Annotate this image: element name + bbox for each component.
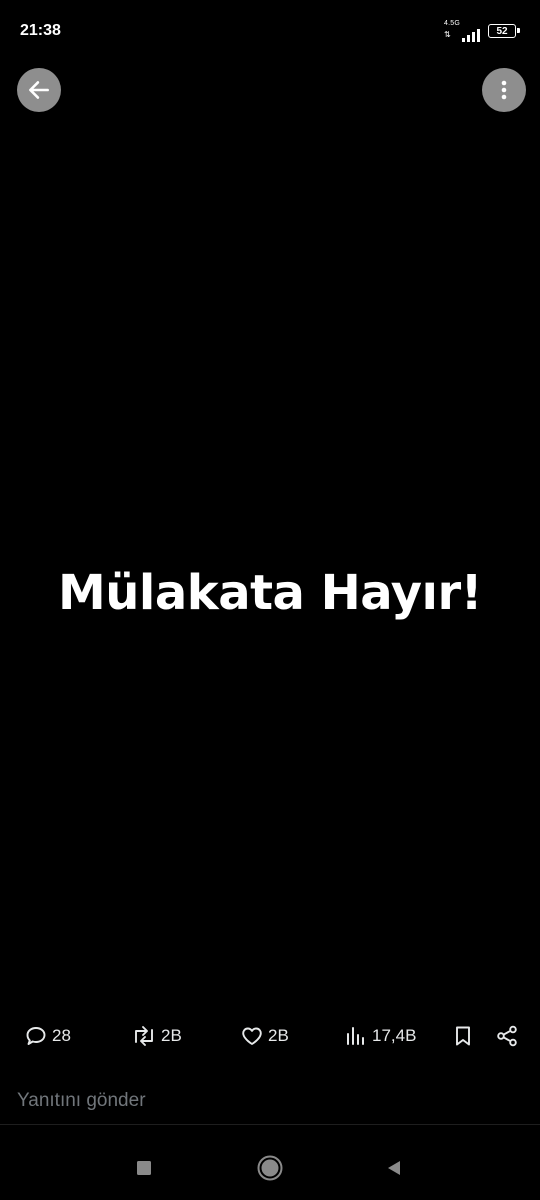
network-type: 4.5G: [444, 20, 460, 27]
arrow-left-icon: [29, 81, 49, 99]
data-activity-icon: ⇅: [444, 30, 451, 39]
post-image-headline: Mülakata Hayır!: [57, 565, 483, 621]
reply-button[interactable]: 28: [24, 1018, 71, 1054]
view-count: 17,4B: [372, 1026, 417, 1045]
share-button[interactable]: [495, 1018, 519, 1054]
repost-icon: [135, 1026, 153, 1046]
repost-count: 2B: [161, 1026, 182, 1045]
more-options-button[interactable]: [482, 68, 526, 112]
share-icon: [497, 1025, 517, 1047]
reply-count: 28: [52, 1026, 71, 1045]
signal-strength-icon: [462, 29, 480, 42]
triangle-back-icon: [388, 1161, 400, 1175]
battery-icon: 52: [488, 24, 520, 38]
back-button[interactable]: [17, 68, 61, 112]
bookmark-icon: [456, 1026, 470, 1046]
status-indicators: 4.5G ⇅ 52: [444, 20, 520, 42]
home-button[interactable]: [255, 1153, 285, 1183]
heart-icon: [242, 1027, 262, 1045]
post-actions: 28 2B 2B 17,4B: [0, 1018, 540, 1054]
repost-button[interactable]: 2B: [131, 1018, 182, 1054]
cellular-signal: 4.5G ⇅: [444, 20, 480, 42]
recent-apps-button[interactable]: [129, 1153, 159, 1183]
speech-bubble-icon: [26, 1027, 46, 1045]
bar-chart-icon: [347, 1027, 364, 1045]
bookmark-button[interactable]: [451, 1018, 475, 1054]
system-back-button[interactable]: [379, 1153, 409, 1183]
more-vertical-icon: [501, 80, 507, 100]
reply-placeholder: Yanıtını gönder: [17, 1090, 146, 1111]
like-count: 2B: [268, 1026, 289, 1045]
circle-home-icon: [257, 1155, 283, 1181]
system-navigation-bar: [0, 1135, 540, 1200]
views-button[interactable]: 17,4B: [344, 1018, 416, 1054]
status-time: 21:38: [20, 22, 61, 39]
like-button[interactable]: 2B: [240, 1018, 289, 1054]
status-bar: 21:38 4.5G ⇅ 52: [0, 0, 540, 64]
square-icon: [137, 1161, 151, 1175]
battery-level: 52: [496, 25, 508, 37]
reply-input[interactable]: Yanıtını gönder: [0, 1078, 540, 1125]
